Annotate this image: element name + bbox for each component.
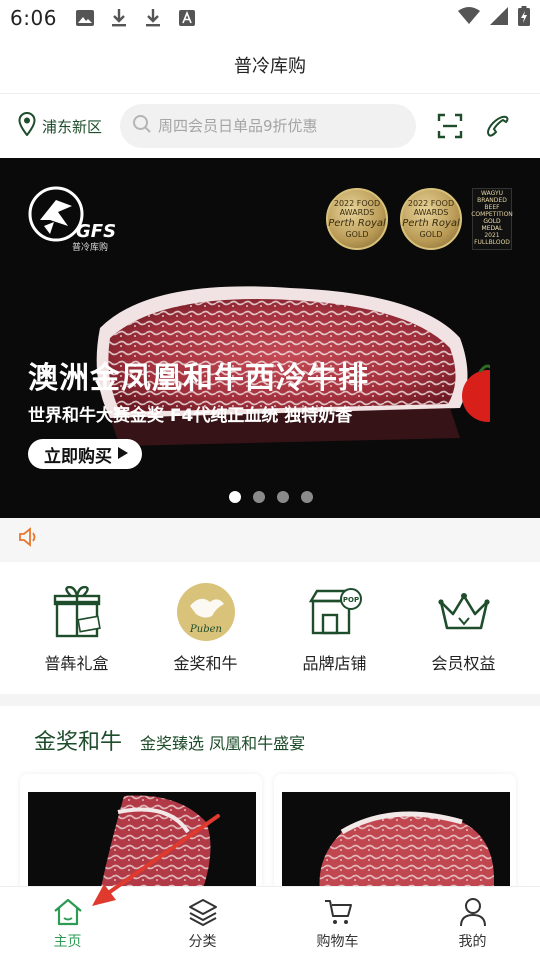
wagyu-competition-badge: WAGYU BRANDED BEEF COMPETITION GOLD MEDA… — [471, 188, 513, 250]
category-gift-box[interactable]: 普犇礼盒 — [17, 582, 137, 674]
carousel-dot[interactable] — [229, 491, 241, 503]
layers-icon — [187, 897, 219, 927]
carousel-dot[interactable] — [253, 491, 265, 503]
logo-text: GFS — [76, 221, 117, 242]
banner-title: 澳洲金凤凰和牛西冷牛排 — [28, 361, 369, 396]
category-label: 会员权益 — [431, 654, 496, 673]
tab-cart[interactable]: 购物车 — [270, 887, 405, 960]
download-icon — [109, 8, 129, 28]
wifi-icon — [458, 7, 480, 29]
image-icon — [75, 8, 95, 28]
puben-logo-icon: Puben — [176, 582, 236, 642]
logo-subtext: 普冷库购 — [72, 243, 109, 253]
promo-banner[interactable]: GFS 普冷库购 2022 FOOD AWARDS Perth Royal GO… — [0, 158, 540, 518]
section-title: 金奖和牛 — [34, 730, 123, 755]
status-right — [458, 6, 530, 30]
status-time: 6:06 — [10, 6, 57, 30]
signal-icon — [490, 7, 508, 29]
tab-profile[interactable]: 我的 — [405, 887, 540, 960]
cart-icon — [322, 897, 354, 927]
medal-line: GOLD — [419, 229, 443, 239]
play-arrow-icon — [118, 444, 128, 464]
product-image — [28, 792, 256, 894]
buy-now-label: 立即购买 — [44, 446, 112, 467]
category-brand-stores[interactable]: POP 品牌店铺 — [275, 582, 395, 674]
category-label: 品牌店铺 — [302, 654, 367, 673]
store-icon: POP — [305, 582, 365, 642]
badge-line: GOLD MEDAL — [481, 218, 503, 232]
download-icon — [143, 8, 163, 28]
battery-charging-icon — [518, 6, 530, 30]
gfs-logo: GFS — [28, 186, 116, 242]
search-input[interactable] — [158, 117, 399, 135]
category-label: 普犇礼盒 — [44, 654, 109, 673]
status-bar: 6:06 — [0, 0, 540, 36]
tab-label: 购物车 — [316, 933, 359, 950]
location-pin-icon — [18, 111, 36, 140]
phone-icon[interactable] — [480, 108, 516, 144]
buy-now-button[interactable]: 立即购买 — [28, 439, 142, 469]
tab-category[interactable]: 分类 — [135, 887, 270, 960]
medal-line: 2022 FOOD AWARDS — [407, 198, 455, 218]
crown-icon — [434, 582, 494, 642]
gift-box-icon — [47, 582, 107, 642]
medal-line: GOLD — [345, 229, 369, 239]
tab-label: 我的 — [458, 933, 487, 950]
svg-text:POP: POP — [342, 596, 358, 604]
medal-line: 2022 FOOD AWARDS — [333, 198, 381, 218]
section-subtitle: 金奖臻选 凤凰和牛盛宴 — [140, 734, 306, 753]
speaker-icon — [18, 527, 40, 551]
home-icon — [52, 897, 84, 927]
location-label: 浦东新区 — [42, 117, 103, 136]
category-grid: 普犇礼盒 Puben 金奖和牛 POP 品牌店铺 会员权益 — [0, 562, 540, 694]
search-bar[interactable] — [120, 104, 417, 148]
bottom-tab-bar: 主页 分类 购物车 我的 — [0, 886, 540, 960]
title-bar: 普冷库购 — [0, 36, 540, 94]
product-card[interactable] — [20, 774, 262, 894]
carousel-dot[interactable] — [301, 491, 313, 503]
category-golden-wagyu[interactable]: Puben 金奖和牛 — [146, 582, 266, 674]
product-card[interactable] — [274, 774, 516, 894]
scan-icon[interactable] — [432, 108, 468, 144]
font-icon — [177, 8, 197, 28]
category-label: 金奖和牛 — [173, 654, 238, 673]
search-icon — [132, 114, 152, 138]
notice-bar[interactable] — [0, 518, 540, 560]
user-icon — [457, 897, 489, 927]
page-title: 普冷库购 — [234, 55, 306, 77]
medal-line: Perth Royal — [328, 217, 386, 229]
section-header: 金奖和牛 金奖臻选 凤凰和牛盛宴 — [34, 724, 305, 756]
category-member-benefits[interactable]: 会员权益 — [404, 582, 524, 674]
award-medal: 2022 FOOD AWARDS Perth Royal GOLD — [400, 188, 462, 250]
search-row: 浦东新区 — [0, 94, 540, 158]
product-image — [282, 792, 510, 894]
badge-line: FULLBLOOD — [474, 238, 510, 246]
carousel-dots — [229, 491, 313, 503]
tab-label: 主页 — [53, 933, 82, 950]
tab-label: 分类 — [188, 933, 217, 950]
carousel-dot[interactable] — [277, 491, 289, 503]
award-medal: 2022 FOOD AWARDS Perth Royal GOLD — [326, 188, 388, 250]
banner-subtitle: 世界和牛大赛金奖 F4代纯正血统 独特奶香 — [28, 406, 353, 426]
golden-wagyu-section: 金奖和牛 金奖臻选 凤凰和牛盛宴 — [0, 706, 540, 894]
location-selector[interactable]: 浦东新区 — [18, 111, 103, 140]
medal-line: Perth Royal — [402, 217, 460, 229]
tab-home[interactable]: 主页 — [0, 887, 135, 960]
puben-logo-text: Puben — [189, 624, 222, 635]
